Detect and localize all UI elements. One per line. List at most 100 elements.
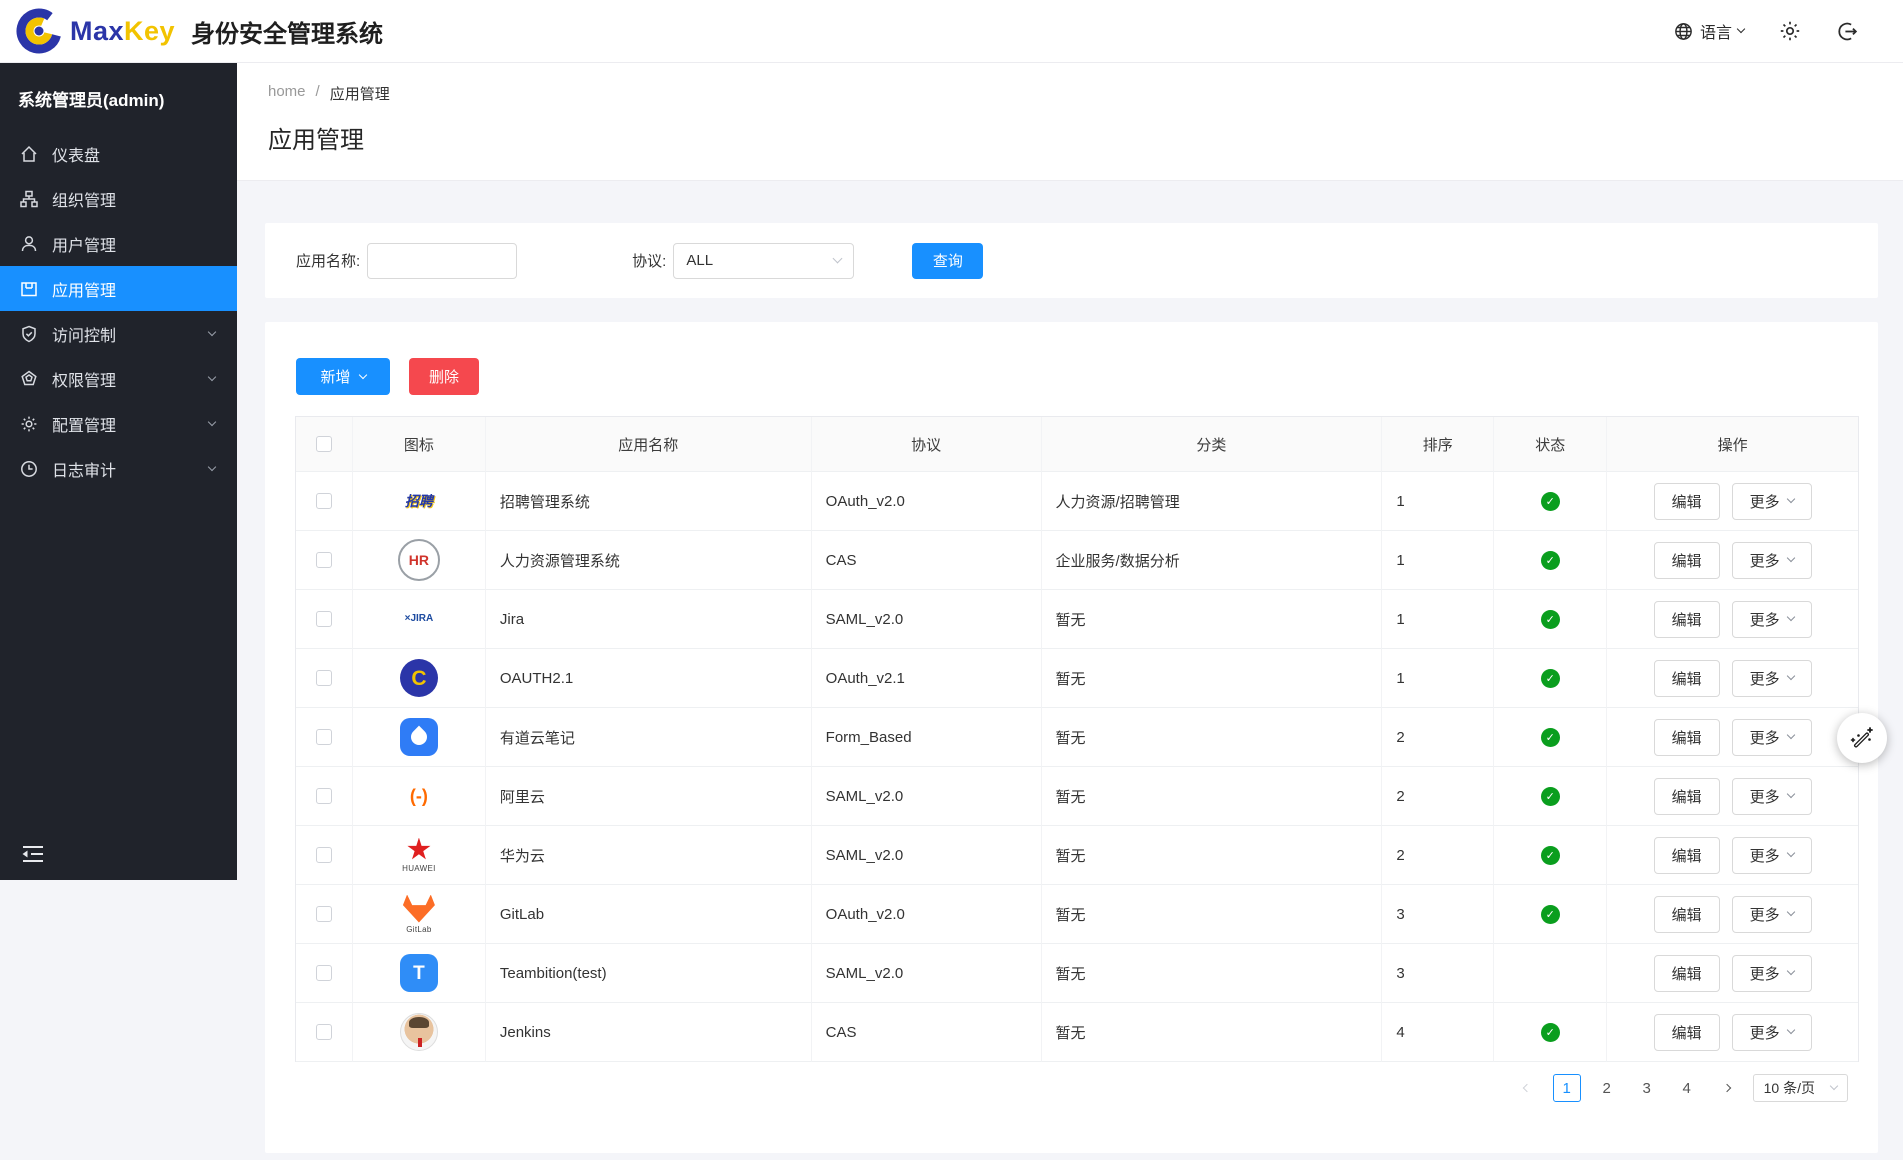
more-button[interactable]: 更多 [1732,660,1812,697]
row-checkbox[interactable] [316,965,332,981]
sidebar-collapse-button[interactable] [20,843,46,870]
next-page-button[interactable] [1713,1074,1741,1102]
edit-button[interactable]: 编辑 [1654,778,1720,815]
edit-button[interactable]: 编辑 [1654,1014,1720,1051]
table-row: Jenkins CAS 暂无 4 ✓ 编辑 更多 [296,1003,1858,1062]
edit-button[interactable]: 编辑 [1654,896,1720,933]
teambition-logo-icon: T [400,954,438,992]
sidebar-item-applications[interactable]: 应用管理 [0,266,237,311]
row-checkbox[interactable] [316,611,332,627]
sidebar-item-label: 配置管理 [52,412,116,436]
edit-button[interactable]: 编辑 [1654,955,1720,992]
applications-table: 图标 应用名称 协议 分类 排序 状态 操作 招聘 招聘管理系统 OAuth_v… [295,416,1859,1062]
status-enabled-icon: ✓ [1541,787,1560,806]
gear-icon[interactable] [1778,19,1802,43]
sidebar-item-label: 组织管理 [52,187,116,211]
protocol-select[interactable]: ALL [673,243,854,279]
breadcrumb-separator: / [316,83,320,104]
sidebar-item-configuration[interactable]: 配置管理 [0,401,237,446]
more-button[interactable]: 更多 [1732,896,1812,933]
chevron-down-icon [1786,790,1794,798]
row-checkbox[interactable] [316,847,332,863]
chevron-down-icon [208,372,216,380]
search-button[interactable]: 查询 [912,243,983,279]
sidebar-item-organization[interactable]: 组织管理 [0,176,237,221]
protocol-filter-label: 协议: [632,250,666,271]
edit-button[interactable]: 编辑 [1654,483,1720,520]
column-header-ops: 操作 [1607,417,1858,472]
status-enabled-icon: ✓ [1541,905,1560,924]
chevron-down-icon [1786,672,1794,680]
maxkey-logo-icon: C [400,659,438,697]
edit-button[interactable]: 编辑 [1654,660,1720,697]
sidebar-item-users[interactable]: 用户管理 [0,221,237,266]
status-enabled-icon: ✓ [1541,492,1560,511]
more-button[interactable]: 更多 [1732,542,1812,579]
chevron-down-icon [208,327,216,335]
app-category-cell: 暂无 [1042,708,1383,767]
more-button[interactable]: 更多 [1732,1014,1812,1051]
app-name-cell: 人力资源管理系统 [486,531,812,590]
gem-icon [19,369,39,389]
page-button-4[interactable]: 4 [1673,1074,1701,1102]
row-checkbox[interactable] [316,493,332,509]
status-enabled-icon: ✓ [1541,669,1560,688]
row-checkbox[interactable] [316,906,332,922]
app-sort-cell: 2 [1382,767,1494,826]
app-protocol-cell: SAML_v2.0 [812,590,1042,649]
more-button-label: 更多 [1750,668,1780,689]
edit-button[interactable]: 编辑 [1654,837,1720,874]
page-size-value: 10 条/页 [1764,1078,1815,1098]
system-title: 身份安全管理系统 [191,14,383,49]
row-checkbox[interactable] [316,729,332,745]
menu-fold-icon [20,843,46,865]
edit-button[interactable]: 编辑 [1654,601,1720,638]
app-name-filter-input[interactable] [367,243,517,279]
more-button[interactable]: 更多 [1732,837,1812,874]
sidebar-item-dashboard[interactable]: 仪表盘 [0,131,237,176]
language-switcher[interactable]: 语言 [1673,19,1744,43]
sidebar-item-permissions[interactable]: 权限管理 [0,356,237,401]
sidebar-item-access-control[interactable]: 访问控制 [0,311,237,356]
row-checkbox[interactable] [316,788,332,804]
app-protocol-cell: CAS [812,1003,1042,1062]
row-checkbox[interactable] [316,552,332,568]
app-category-cell: 暂无 [1042,649,1383,708]
select-all-checkbox[interactable] [316,436,332,452]
add-button[interactable]: 新增 [296,358,390,395]
row-checkbox[interactable] [316,670,332,686]
app-category-cell: 暂无 [1042,590,1383,649]
status-enabled-icon: ✓ [1541,846,1560,865]
more-button[interactable]: 更多 [1732,955,1812,992]
applications-card: 新增 删除 图标 应用名称 协议 分类 排序 状态 操作 招聘 招聘管理系统 O… [265,322,1878,1153]
page-button-2[interactable]: 2 [1593,1074,1621,1102]
prev-page-button[interactable] [1513,1074,1541,1102]
chevron-down-icon [1786,908,1794,916]
page-size-select[interactable]: 10 条/页 [1753,1074,1848,1102]
page-button-3[interactable]: 3 [1633,1074,1661,1102]
edit-button[interactable]: 编辑 [1654,719,1720,756]
edit-button[interactable]: 编辑 [1654,542,1720,579]
table-row: 有道云笔记 Form_Based 暂无 2 ✓ 编辑 更多 [296,708,1858,767]
more-button[interactable]: 更多 [1732,719,1812,756]
chevron-down-icon [1786,495,1794,503]
more-button[interactable]: 更多 [1732,483,1812,520]
table-row: ×JIRA Jira SAML_v2.0 暂无 1 ✓ 编辑 更多 [296,590,1858,649]
more-button[interactable]: 更多 [1732,778,1812,815]
pagination: 1 2 3 4 10 条/页 [1513,1074,1848,1102]
page-title: 应用管理 [268,120,1903,155]
row-checkbox[interactable] [316,1024,332,1040]
breadcrumb-home-link[interactable]: home [268,83,306,104]
logout-icon[interactable] [1836,20,1859,43]
page-button-1[interactable]: 1 [1553,1074,1581,1102]
app-name-cell: GitLab [486,885,812,944]
more-button-label: 更多 [1750,963,1780,984]
delete-button[interactable]: 删除 [409,358,479,395]
app-sort-cell: 2 [1382,708,1494,767]
app-category-cell: 暂无 [1042,944,1383,1003]
app-protocol-cell: SAML_v2.0 [812,944,1042,1003]
sidebar-item-audit-logs[interactable]: 日志审计 [0,446,237,491]
magic-wand-fab[interactable] [1837,713,1887,763]
more-button[interactable]: 更多 [1732,601,1812,638]
chevron-down-icon [1786,849,1794,857]
